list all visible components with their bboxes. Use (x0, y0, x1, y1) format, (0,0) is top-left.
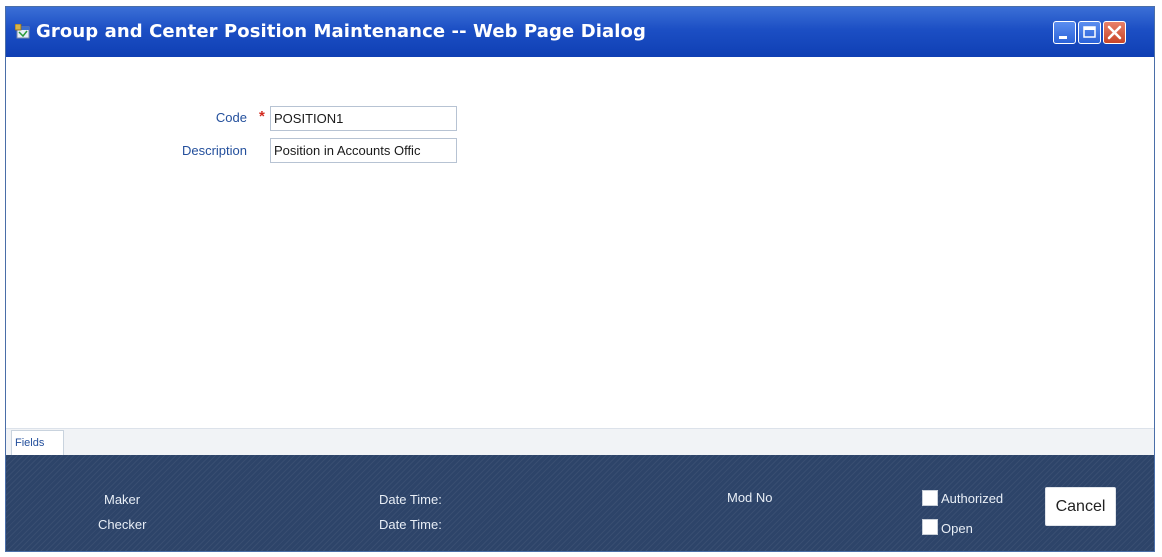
maker-datetime-label: Date Time: (379, 492, 442, 507)
code-label: Code (215, 110, 247, 125)
description-input[interactable] (270, 138, 457, 163)
close-icon (1107, 25, 1122, 40)
authorized-checkbox[interactable] (922, 490, 938, 506)
tab-strip: Fields (6, 428, 1154, 456)
maker-label: Maker (104, 492, 141, 507)
maximize-button[interactable] (1078, 21, 1101, 44)
minimize-button[interactable] (1053, 21, 1076, 44)
cancel-button[interactable]: Cancel (1045, 487, 1116, 526)
audit-footer: Maker Checker Date Time: Date Time: Mod … (6, 455, 1154, 551)
close-button[interactable] (1103, 21, 1126, 44)
dialog-window: Group and Center Position Maintenance --… (5, 6, 1155, 552)
title-bar[interactable]: Group and Center Position Maintenance --… (6, 7, 1154, 57)
mod-no-label: Mod No (727, 490, 773, 505)
form-area: Code * Description (6, 57, 1154, 429)
open-label: Open (941, 521, 973, 536)
minimize-icon (1059, 36, 1067, 39)
maximize-icon (1083, 26, 1096, 38)
open-checkbox[interactable] (922, 519, 938, 535)
checker-datetime-label: Date Time: (379, 517, 442, 532)
code-input[interactable] (270, 106, 457, 131)
required-marker: * (259, 108, 265, 125)
tab-fields[interactable]: Fields (11, 430, 64, 456)
authorized-label: Authorized (941, 491, 1004, 506)
web-page-dialog-icon (14, 23, 31, 40)
checker-label: Checker (98, 517, 147, 532)
description-label: Description (181, 143, 247, 158)
window-title: Group and Center Position Maintenance --… (36, 21, 646, 42)
